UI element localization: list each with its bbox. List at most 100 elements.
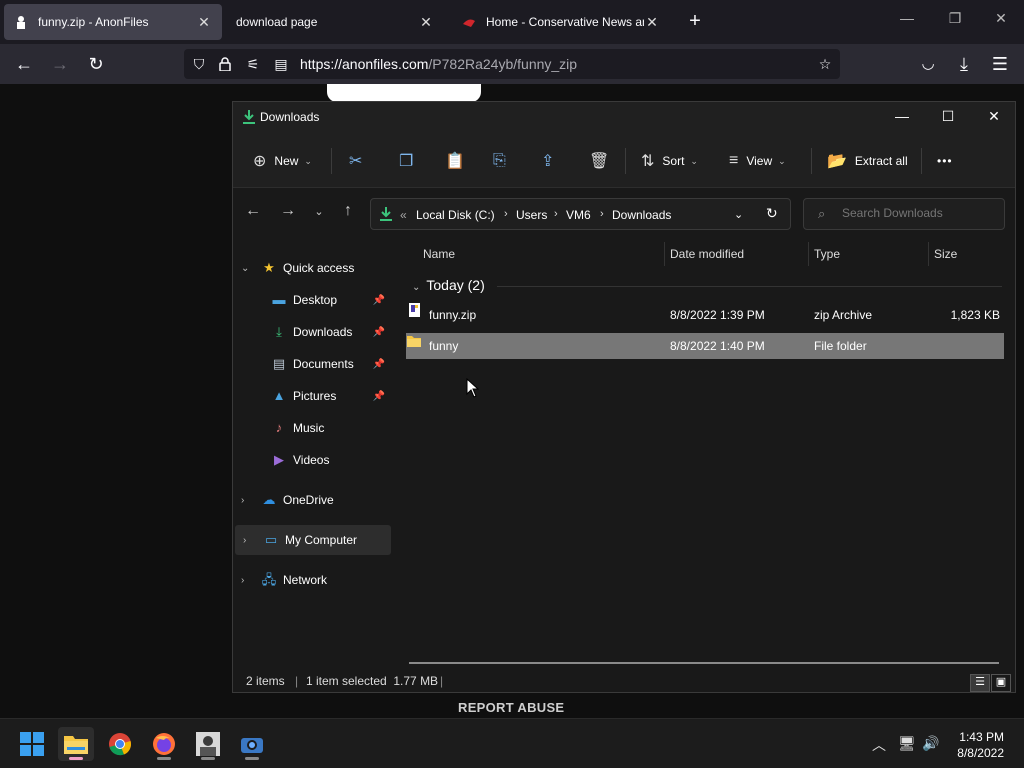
url-text[interactable]: https://anonfiles.com/P782Ra24yb/funny_z… bbox=[300, 56, 577, 72]
expand-chevron-icon[interactable]: › bbox=[241, 495, 244, 506]
delete-button[interactable]: 🗑 bbox=[589, 150, 617, 172]
column-name-header[interactable]: Name bbox=[423, 247, 455, 261]
browser-minimize-button[interactable]: — bbox=[892, 10, 922, 32]
clock[interactable]: 1:43 PM 8/8/2022 bbox=[957, 729, 1004, 761]
taskbar-firefox[interactable] bbox=[146, 727, 182, 761]
windows-logo-icon bbox=[20, 732, 44, 756]
forward-arrow-icon[interactable]: → bbox=[48, 52, 72, 76]
menu-icon[interactable]: ☰ bbox=[988, 52, 1012, 76]
volume-icon[interactable]: 🔊 bbox=[922, 735, 939, 752]
column-divider[interactable] bbox=[928, 242, 929, 266]
reload-icon[interactable]: ↻ bbox=[84, 52, 108, 76]
nav-documents[interactable]: ▤ Documents 📌 bbox=[233, 349, 389, 379]
recent-locations-chevron-icon[interactable]: ⌄ bbox=[309, 205, 329, 218]
minimize-button[interactable]: — bbox=[887, 108, 917, 128]
column-divider[interactable] bbox=[808, 242, 809, 266]
active-indicator bbox=[69, 757, 83, 760]
large-icons-view-icon[interactable]: ▣ bbox=[991, 674, 1011, 692]
breadcrumb-local-disk[interactable]: Local Disk (C:) bbox=[416, 208, 495, 222]
taskbar-file-explorer[interactable] bbox=[58, 727, 94, 761]
paste-button[interactable]: 📋 bbox=[445, 150, 473, 172]
collapse-chevron-icon[interactable]: ⌄ bbox=[241, 263, 249, 274]
taskbar-user-app[interactable] bbox=[190, 727, 226, 761]
breadcrumb-separator-icon[interactable]: › bbox=[600, 208, 604, 220]
report-abuse-link[interactable]: REPORT ABUSE bbox=[458, 700, 564, 715]
breadcrumb-separator-icon[interactable]: › bbox=[504, 208, 508, 220]
browser-restore-button[interactable]: ❐ bbox=[940, 10, 970, 32]
taskbar-chrome[interactable] bbox=[102, 727, 138, 761]
nav-quick-access[interactable]: ⌄ ★ Quick access bbox=[233, 253, 389, 283]
pin-icon[interactable]: 📌 bbox=[373, 359, 385, 370]
close-button[interactable]: ✕ bbox=[979, 108, 1009, 128]
forward-arrow-icon[interactable]: → bbox=[278, 202, 298, 220]
pin-icon[interactable]: 📌 bbox=[373, 295, 385, 306]
sort-button[interactable]: ⇅ Sort ⌄ bbox=[641, 150, 698, 172]
back-arrow-icon[interactable]: ← bbox=[12, 52, 36, 76]
new-tab-button[interactable]: + bbox=[684, 10, 706, 34]
column-type-header[interactable]: Type bbox=[814, 247, 840, 261]
pin-icon[interactable]: 📌 bbox=[373, 391, 385, 402]
start-button[interactable] bbox=[14, 727, 50, 761]
browser-close-button[interactable]: ✕ bbox=[986, 10, 1016, 32]
extract-all-button[interactable]: 📂 Extract all bbox=[827, 150, 908, 172]
column-date-header[interactable]: Date modified bbox=[670, 247, 744, 261]
breadcrumb-vm6[interactable]: VM6 bbox=[566, 208, 591, 222]
cut-button[interactable]: ✂ bbox=[349, 150, 370, 172]
pocket-icon[interactable]: ◡ bbox=[916, 52, 940, 76]
permissions-icon[interactable]: ⚟ bbox=[244, 55, 262, 73]
shield-icon[interactable]: ⛉ bbox=[190, 55, 208, 73]
group-header-today[interactable]: ⌄ Today (2) bbox=[412, 277, 485, 293]
expand-chevron-icon[interactable]: › bbox=[243, 535, 246, 546]
new-button[interactable]: ⊕ New ⌄ bbox=[253, 150, 312, 172]
nav-music[interactable]: ♪ Music bbox=[233, 413, 389, 443]
back-arrow-icon[interactable]: ← bbox=[243, 202, 263, 220]
url-bar[interactable]: ⛉ ⚟ ▤ https://anonfiles.com/P782Ra24yb/f… bbox=[184, 49, 840, 79]
bookmark-star-icon[interactable]: ☆ bbox=[816, 55, 834, 73]
share-button[interactable]: ⇪ bbox=[541, 150, 562, 172]
search-input[interactable] bbox=[842, 206, 992, 220]
pin-icon[interactable]: 📌 bbox=[373, 327, 385, 338]
tab-anonfiles[interactable]: funny.zip - AnonFiles ✕ bbox=[4, 4, 222, 40]
copy-button[interactable]: ❐ bbox=[399, 150, 421, 172]
up-arrow-icon[interactable]: ↑ bbox=[338, 202, 358, 220]
collapse-chevron-icon[interactable]: ⌄ bbox=[412, 282, 420, 293]
more-options-button[interactable]: ••• bbox=[937, 150, 953, 172]
details-view-icon[interactable]: ☰ bbox=[970, 674, 990, 692]
downloads-icon[interactable]: ⤓ bbox=[952, 52, 976, 76]
horizontal-scrollbar[interactable] bbox=[409, 662, 999, 664]
nav-pictures[interactable]: ▲ Pictures 📌 bbox=[233, 381, 389, 411]
nav-desktop[interactable]: ▬ Desktop 📌 bbox=[233, 285, 389, 315]
search-box[interactable]: ⌕ bbox=[803, 198, 1005, 230]
address-dropdown-chevron-icon[interactable]: ⌄ bbox=[734, 208, 743, 221]
address-bar[interactable]: « Local Disk (C:) › Users › VM6 › Downlo… bbox=[370, 198, 791, 230]
reader-view-icon[interactable]: ▤ bbox=[272, 55, 290, 73]
breadcrumb-overflow[interactable]: « bbox=[400, 208, 407, 222]
breadcrumb-users[interactable]: Users bbox=[516, 208, 547, 222]
tab-close-icon[interactable]: ✕ bbox=[644, 14, 660, 31]
column-size-header[interactable]: Size bbox=[934, 247, 957, 261]
nav-downloads[interactable]: ⤓ Downloads 📌 bbox=[233, 317, 389, 347]
expand-chevron-icon[interactable]: › bbox=[241, 575, 244, 586]
maximize-button[interactable]: ☐ bbox=[933, 108, 963, 128]
lock-icon[interactable] bbox=[216, 55, 234, 73]
tab-download-page[interactable]: download page ✕ bbox=[226, 4, 444, 40]
show-hidden-icons-chevron-icon[interactable]: ︿ bbox=[872, 735, 886, 755]
tab-conservative-news[interactable]: Home - Conservative News an ✕ bbox=[452, 4, 670, 40]
breadcrumb-separator-icon[interactable]: › bbox=[554, 208, 558, 220]
column-divider[interactable] bbox=[664, 242, 665, 266]
file-row-funny-folder[interactable]: funny 8/8/2022 1:40 PM File folder bbox=[406, 333, 1004, 359]
nav-network[interactable]: › 🖧 Network bbox=[233, 565, 389, 595]
rename-button[interactable]: ⎘ bbox=[493, 150, 514, 172]
tab-close-icon[interactable]: ✕ bbox=[418, 14, 434, 31]
nav-onedrive[interactable]: › ☁ OneDrive bbox=[233, 485, 389, 515]
view-button[interactable]: ≡ View ⌄ bbox=[729, 150, 786, 172]
network-status-icon[interactable]: 🖥 bbox=[898, 735, 916, 752]
breadcrumb-downloads[interactable]: Downloads bbox=[612, 208, 671, 222]
nav-my-computer[interactable]: › ▭ My Computer bbox=[235, 525, 391, 555]
refresh-icon[interactable]: ↻ bbox=[766, 205, 778, 222]
file-row-funny-zip[interactable]: funny.zip 8/8/2022 1:39 PM zip Archive 1… bbox=[406, 302, 1004, 328]
taskbar-camera-app[interactable] bbox=[234, 727, 270, 761]
item-count: 2 items bbox=[246, 674, 285, 688]
tab-close-icon[interactable]: ✕ bbox=[196, 14, 212, 31]
nav-videos[interactable]: ▶ Videos bbox=[233, 445, 389, 475]
